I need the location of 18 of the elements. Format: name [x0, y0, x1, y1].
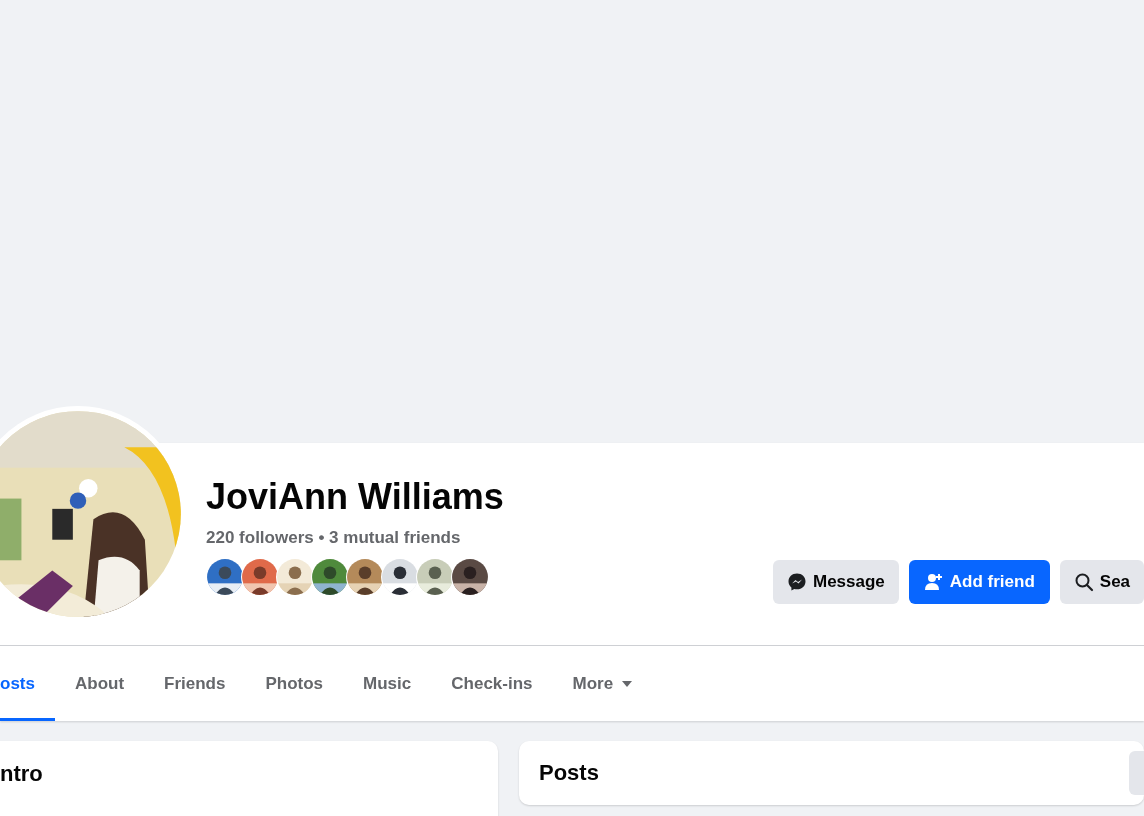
search-icon	[1073, 572, 1094, 592]
profile-tab[interactable]: Music	[343, 649, 432, 721]
add-button[interactable]: Add friend	[908, 560, 1050, 604]
add-person-icon	[923, 572, 944, 592]
search-button[interactable]: Sea	[1059, 560, 1144, 604]
profile-tab[interactable]: Check-ins	[431, 649, 553, 721]
profile-tab[interactable]: osts	[0, 649, 55, 721]
profile-tab[interactable]: Photos	[245, 649, 344, 721]
message-button[interactable]: Message	[773, 560, 899, 604]
profile-tab[interactable]: More	[552, 649, 654, 721]
caret-icon	[621, 679, 634, 688]
profile-name: JoviAnn Williams	[206, 476, 504, 518]
profile-tab[interactable]: About	[54, 649, 145, 721]
follower-count[interactable]: 220 followers • 3 mutual friends	[206, 528, 504, 548]
intro-title: ntro	[0, 761, 44, 787]
profile-tab[interactable]: Friends	[144, 649, 246, 721]
posts-title: Posts	[539, 760, 599, 786]
messenger-icon	[787, 572, 807, 592]
